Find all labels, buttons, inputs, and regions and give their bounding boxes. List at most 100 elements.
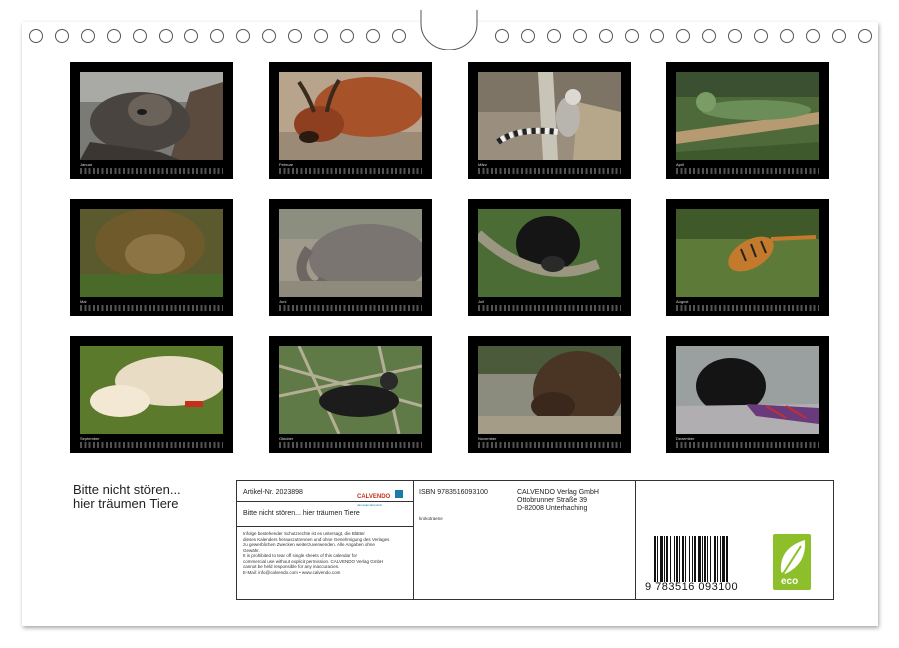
tiger-photo xyxy=(676,209,819,297)
day-grid xyxy=(279,168,422,174)
barcode-bar xyxy=(676,536,678,582)
binding-hole xyxy=(624,29,639,43)
binding-hole xyxy=(831,29,846,43)
day-grid xyxy=(478,168,621,174)
month-thumb-september: September xyxy=(70,336,233,453)
month-thumb-march: März xyxy=(468,62,631,179)
day-grid xyxy=(279,442,422,448)
barcode-bar xyxy=(722,536,725,582)
subtitle: Bitte nicht stören... hier träumen Tiere xyxy=(243,510,360,517)
barcode-bar xyxy=(657,536,658,582)
publisher-address: CALVENDO Verlag GmbH Ottobrunner Straße … xyxy=(517,489,599,513)
legal-text: Infolge bestehender Schutzrechte ist es … xyxy=(243,531,411,575)
author-name: krokotraene xyxy=(419,516,443,521)
day-grid xyxy=(676,305,819,311)
barcode-bar xyxy=(710,536,711,582)
barcode-bar xyxy=(692,536,693,582)
barcode-bar xyxy=(720,536,721,582)
barcode-bar xyxy=(682,536,684,582)
eco-label: eco xyxy=(781,576,799,587)
publisher-city: D-82008 Unterhaching xyxy=(517,505,588,512)
binding-hole xyxy=(546,29,561,43)
binding-hole xyxy=(676,29,691,43)
month-label: Januar xyxy=(80,162,93,167)
month-label: September xyxy=(80,436,100,441)
calendar-title: Bitte nicht stören... hier träumen Tiere xyxy=(73,483,181,511)
binding-hole xyxy=(158,29,173,43)
binding-hole xyxy=(29,29,43,43)
binding-hole xyxy=(728,29,743,43)
binding-hole xyxy=(80,29,95,43)
info-col-left: Artikel-Nr. 2023898 CALVENDO das kalende… xyxy=(237,481,414,599)
barcode-bar xyxy=(670,536,671,582)
barcode-bar xyxy=(707,536,708,582)
binding-hole xyxy=(132,29,147,43)
month-thumb-june: Juni xyxy=(269,199,432,316)
binding-hole xyxy=(339,29,354,43)
calvendo-logo: CALVENDO das kalenderportal xyxy=(357,485,403,507)
binding-hole xyxy=(520,29,535,43)
month-label: August xyxy=(676,299,689,304)
month-label: Mai xyxy=(80,299,87,304)
publisher-name: CALVENDO Verlag GmbH xyxy=(517,489,599,496)
month-label: April xyxy=(676,162,685,167)
barcode-bar xyxy=(679,536,680,582)
month-label: Juli xyxy=(478,299,485,304)
eco-badge: eco xyxy=(773,534,811,590)
publisher-street: Ottobrunner Straße 39 xyxy=(517,497,588,504)
binding-hole xyxy=(313,29,328,43)
binding-hole xyxy=(365,29,380,43)
barcode-bar xyxy=(726,536,728,582)
barcode-bar xyxy=(674,536,675,582)
month-label: März xyxy=(478,162,487,167)
elephant-photo xyxy=(279,209,422,297)
barcode xyxy=(654,536,746,582)
barcode-bar xyxy=(704,536,706,582)
month-thumb-october: Oktober xyxy=(269,336,432,453)
iguana-photo xyxy=(676,72,819,160)
binding-hole xyxy=(779,29,794,43)
month-label: November xyxy=(478,436,497,441)
day-grid xyxy=(676,168,819,174)
binding-hole xyxy=(805,29,820,43)
day-grid xyxy=(478,442,621,448)
bear-hammock-photo xyxy=(478,209,621,297)
month-thumb-may: Mai xyxy=(70,199,233,316)
article-number: Artikel-Nr. 2023898 xyxy=(243,489,303,496)
day-grid xyxy=(478,305,621,311)
binding-hole xyxy=(54,29,69,43)
binding-hole xyxy=(391,29,406,43)
month-label: Februar xyxy=(279,162,294,167)
title-line-1: Bitte nicht stören... xyxy=(73,482,181,497)
lemur-photo xyxy=(478,72,621,160)
sloth-photo xyxy=(80,72,223,160)
barcode-bars xyxy=(654,536,728,582)
gorilla-photo xyxy=(676,346,819,434)
barcode-bar xyxy=(664,536,665,582)
banteng-photo xyxy=(279,72,422,160)
month-label: Juni xyxy=(279,299,287,304)
info-col-middle: ISBN 9783516093100 CALVENDO Verlag GmbH … xyxy=(414,481,636,599)
isbn: ISBN 9783516093100 xyxy=(419,489,488,496)
calvendo-wordmark: CALVENDO xyxy=(357,494,391,500)
month-thumb-november: November xyxy=(468,336,631,453)
barcode-bar xyxy=(689,536,690,582)
month-thumb-december: Dezember xyxy=(666,336,829,453)
day-grid xyxy=(80,442,223,448)
barcode-bar xyxy=(702,536,703,582)
binding-hole xyxy=(184,29,199,43)
barcode-bar xyxy=(714,536,716,582)
barcode-digits: 9 783516 093100 xyxy=(645,581,739,593)
month-thumb-april: April xyxy=(666,62,829,179)
day-grid xyxy=(279,305,422,311)
binding-hole xyxy=(236,29,251,43)
ape-hammock-photo xyxy=(279,346,422,434)
calvendo-tagline: das kalenderportal xyxy=(357,503,382,507)
divider xyxy=(237,501,413,502)
dog-photo xyxy=(80,346,223,434)
title-line-2: hier träumen Tiere xyxy=(73,496,179,511)
barcode-bar xyxy=(685,536,686,582)
barcode-bar xyxy=(660,536,663,582)
legal-line: E-Mail: info@calvendo.com • www.calvendo… xyxy=(243,569,341,575)
month-thumb-january: Januar xyxy=(70,62,233,179)
